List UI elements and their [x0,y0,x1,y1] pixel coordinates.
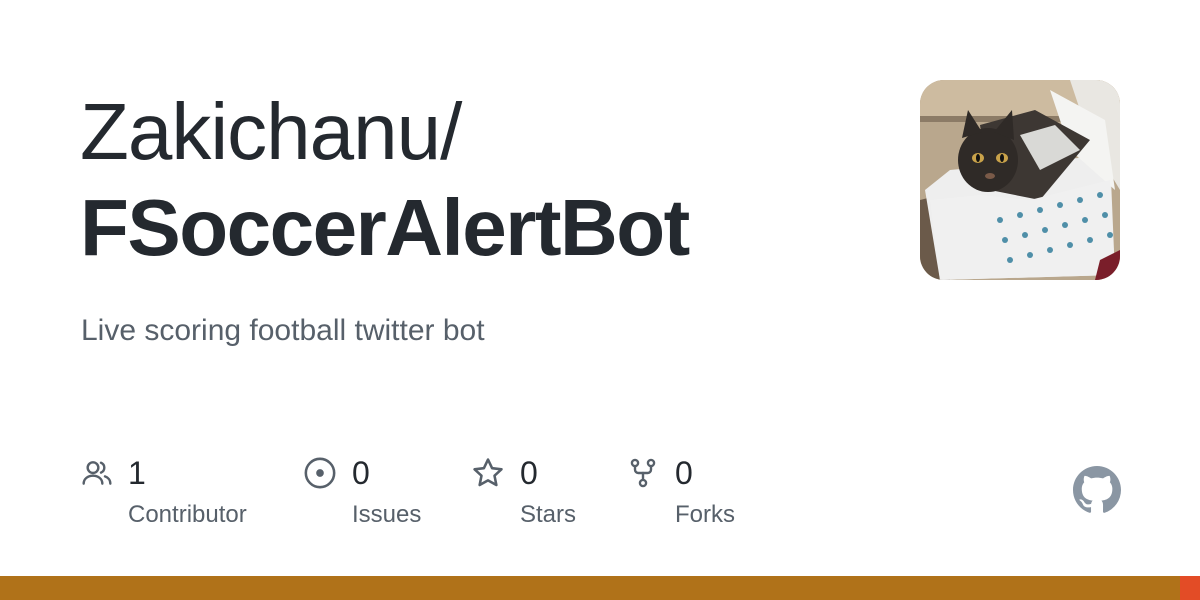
stars-label: Stars [520,501,577,528]
owner-avatar[interactable] [920,80,1120,280]
forks-label: Forks [675,501,735,528]
forks-count: 0 [675,455,693,491]
cat-in-bag-photo [920,80,1120,280]
language-segment-primary [0,576,1180,600]
fork-icon [626,456,660,490]
issue-icon [303,456,337,490]
stat-contributors[interactable]: 1 Contributor [80,456,270,536]
stat-forks[interactable]: 0 Forks [626,456,756,536]
stat-stars[interactable]: 0 Stars [471,456,591,536]
repo-owner[interactable]: Zakichanu/ [80,92,462,172]
repo-description: Live scoring football twitter bot [81,314,485,347]
repo-name[interactable]: FSoccerAlertBot [80,188,690,268]
star-icon [471,456,505,490]
stars-count: 0 [520,455,538,491]
github-logo-icon[interactable] [1073,466,1121,514]
contributors-label: Contributor [128,501,247,528]
language-segment-secondary [1180,576,1200,600]
stat-issues[interactable]: 0 Issues [303,456,433,536]
contributors-count: 1 [128,455,146,491]
issues-count: 0 [352,455,370,491]
people-icon [80,456,114,490]
language-bar [0,576,1200,600]
issues-label: Issues [352,501,422,528]
